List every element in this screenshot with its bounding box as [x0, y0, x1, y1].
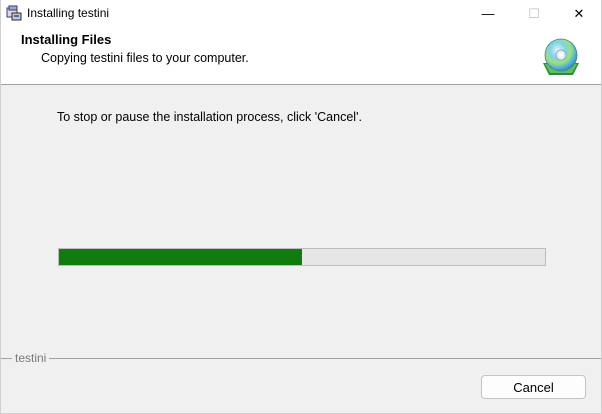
installer-window: Installing testini — ☐ ✕ Installing File…: [0, 0, 602, 414]
maximize-button[interactable]: ☐: [511, 0, 557, 27]
footer-separator: [1, 358, 601, 359]
title-bar[interactable]: Installing testini — ☐ ✕: [1, 0, 601, 27]
close-button[interactable]: ✕: [556, 0, 601, 27]
cancel-button[interactable]: Cancel: [481, 375, 586, 399]
close-icon: ✕: [573, 5, 585, 21]
window-title: Installing testini: [27, 6, 110, 20]
progress-fill: [59, 249, 302, 265]
minimize-button[interactable]: —: [465, 0, 511, 27]
minimize-icon: —: [481, 6, 495, 21]
cd-disc-icon: [543, 38, 579, 75]
header-banner: Installing Files Copying testini files t…: [1, 27, 601, 85]
install-progress-bar: [58, 248, 546, 266]
installer-app-icon: [6, 5, 22, 21]
banner-subtitle: Copying testini files to your computer.: [41, 51, 249, 65]
maximize-icon: ☐: [528, 5, 540, 21]
instruction-text: To stop or pause the installation proces…: [57, 110, 362, 124]
banner-title: Installing Files: [21, 32, 112, 47]
footer-brand-label: testini: [12, 351, 50, 365]
